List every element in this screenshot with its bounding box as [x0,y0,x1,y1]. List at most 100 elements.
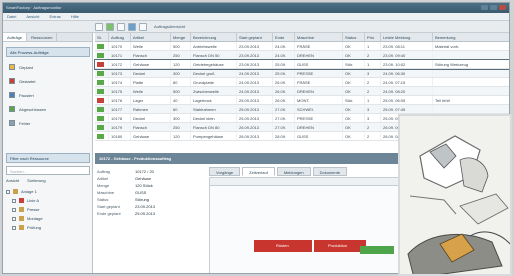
tree-node[interactable]: Anlage 1 [6,187,90,196]
status-indicator-icon [97,116,104,121]
tab-orders[interactable]: Aufträge [3,33,28,41]
property-value: 120 Stück [135,183,153,188]
table-cell: 250 [171,51,191,59]
expand-icon[interactable] [6,189,10,194]
tab-resources[interactable]: Ressourcen [27,33,58,41]
menu-file[interactable]: Datei [7,14,16,19]
table-cell: 24.09. [273,51,295,59]
column-header[interactable]: Status [343,33,365,41]
column-header[interactable]: Auftrag [109,33,131,41]
expand-icon[interactable] [12,198,16,203]
table-cell: 23.09.2013 [237,51,273,59]
status-indicator-icon [97,80,104,85]
table-cell: 25.09. 06:05 [381,96,433,104]
order-group-header[interactable]: Alle Prozess-Aufträge [6,47,90,57]
gantt-label: Produktion [328,243,348,248]
table-row[interactable]: 10173 Deckel 300 Deckel groß 24.09.2013 25.09… [95,69,509,78]
table-cell: 10171 [109,51,131,59]
toolbar-label: Auftragsübersicht [154,24,186,29]
table-row[interactable]: 10171 Flansch 250 Flansch DN 50 23.09.2013 24… [95,51,509,60]
property-row: Auftrag 10172 / 20 [97,169,201,176]
property-value: Störung [135,197,150,202]
resource-search-input[interactable]: Suchen... [6,166,90,175]
column-header[interactable]: Artikel [131,33,171,41]
status-indicator-icon [97,134,104,139]
table-cell: Störung Werkzeug [433,60,509,68]
table-row[interactable]: 10175 Welle 500 Zwischenwelle 24.09.2013 26.0… [95,87,509,96]
expand-icon[interactable] [12,216,16,221]
back-button[interactable] [95,22,103,31]
property-value: 10172 / 20 [135,169,154,174]
table-cell: 26.09. [273,87,295,95]
status-item-started[interactable]: Gestartet [6,75,90,87]
minimize-button[interactable] [481,5,488,10]
table-cell: 24.09. [273,42,295,50]
table-cell: PRESSE [295,69,343,77]
table-cell: 500 [171,42,191,50]
window-controls [481,5,506,10]
table-cell: DREHEN [295,123,343,131]
table-cell: Zwischenwelle [191,87,237,95]
status-item-done[interactable]: Abgeschlossen [6,103,90,115]
table-cell: 25.09.2013 [237,105,273,113]
menu-view[interactable]: Ansicht [26,14,39,19]
table-row[interactable]: 10176 Lager 40 Lagerbock 25.09.2013 26.09. MON… [95,96,509,105]
folder-icon [19,198,24,203]
column-header[interactable]: Prio [365,33,381,41]
tab-operations[interactable]: Vorgänge [209,167,241,176]
tree-node[interactable]: Linie A [6,196,90,205]
table-cell: 1 [365,60,381,68]
table-row[interactable]: 10170 Welle 500 Antriebswelle 23.09.2013 24.0… [95,42,509,51]
filter-header[interactable]: Filter nach Ressource [6,153,90,163]
menu-tools[interactable]: Extras [49,14,60,19]
close-button[interactable] [499,5,506,10]
tab-timeline[interactable]: Zeitverlauf [242,167,275,176]
property-row: Ende geplant 25.09.2013 [97,211,201,218]
status-item-paused[interactable]: Pausiert [6,89,90,101]
property-value: Gehäuse [135,176,152,181]
column-header[interactable]: Menge [171,33,191,41]
table-row[interactable]: 10174 Platte 80 Grundplatte 24.09.2013 26.09.… [95,78,509,87]
maximize-button[interactable] [490,5,497,10]
tab-messages[interactable]: Meldungen [276,167,311,176]
table-row[interactable]: 10177 Rahmen 60 Stahlrahmen 25.09.2013 27.09.… [95,105,509,114]
tab-documents[interactable]: Dokumente [312,167,348,176]
column-header[interactable]: Ende [273,33,295,41]
column-header[interactable]: Start geplant [237,33,273,41]
table-cell: 26.09. [273,96,295,104]
column-header[interactable]: Letzte Meldung [381,33,433,41]
table-cell: Stahlrahmen [191,105,237,113]
column-header[interactable]: St. [95,33,109,41]
property-row: Status Störung [97,197,201,204]
gantt-bar-done[interactable] [360,246,394,254]
table-cell: Welle [131,42,171,50]
table-cell: GUSS [295,60,343,68]
table-cell: 120 [171,60,191,68]
table-cell: OK [343,87,365,95]
column-header[interactable]: Maschine [295,33,343,41]
expand-icon[interactable] [12,207,16,212]
property-row: Menge 120 Stück [97,183,201,190]
table-cell: 23.09. 08:11 [381,42,433,50]
status-item-error[interactable]: Fehler [6,117,90,129]
refresh-button[interactable] [106,22,114,31]
export-button[interactable] [128,22,136,31]
table-row[interactable]: 10172 Gehäuse 120 Getriebegehäuse 23.09.2013… [94,59,509,70]
menu-help[interactable]: Hilfe [71,14,79,19]
sort-option[interactable]: Sortierung [27,178,45,183]
table-cell: 1 [365,42,381,50]
folder-icon [19,216,24,221]
table-cell: 2 [365,123,381,131]
status-indicator-icon [97,53,104,58]
table-cell: 25.09.2013 [237,96,273,104]
filter-button[interactable] [117,22,125,31]
tree-node[interactable]: Prüfung [6,223,90,232]
expand-icon[interactable] [12,225,16,230]
print-button[interactable] [139,22,147,31]
column-header[interactable]: Bezeichnung [191,33,237,41]
view-option[interactable]: Ansicht [6,178,19,183]
column-header[interactable]: Bemerkung [433,33,509,41]
tree-node[interactable]: Montage [6,214,90,223]
tree-node[interactable]: Presse [6,205,90,214]
status-item-planned[interactable]: Geplant [6,61,90,73]
